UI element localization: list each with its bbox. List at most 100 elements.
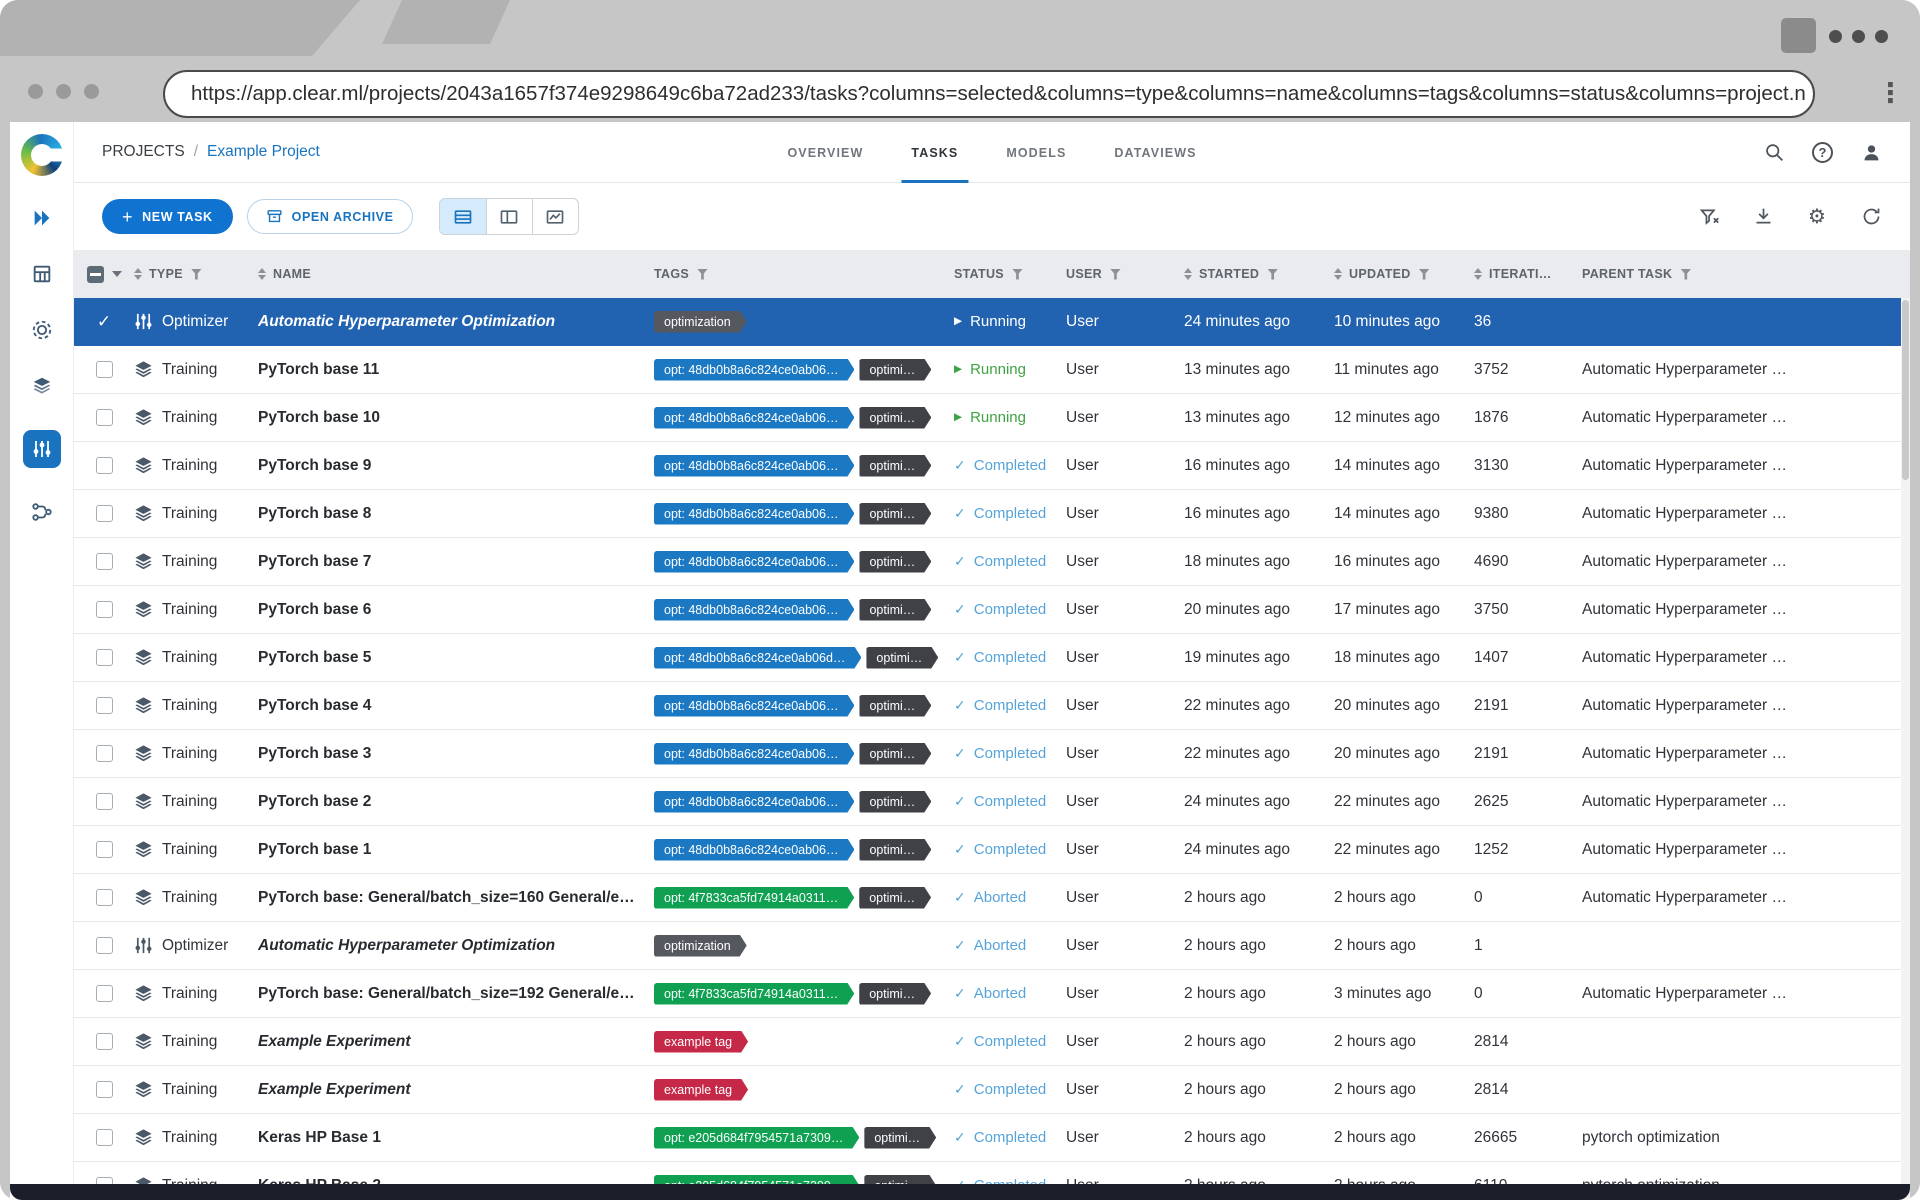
tags-cell: opt: 48db0b8a6c824ce0ab06… optimi… [654, 839, 954, 861]
row-checkbox[interactable] [95, 361, 113, 378]
updated-cell: 12 minutes ago [1334, 408, 1440, 426]
auto-refresh-icon[interactable] [1860, 206, 1882, 228]
status-label: Completed [973, 457, 1047, 474]
table-row[interactable]: Training PyTorch base 1 opt: 48db0b8a6c824… [74, 826, 1910, 874]
table-row[interactable]: Training PyTorch base 8 opt: 48db0b8a6c824… [74, 490, 1910, 538]
select-cell [74, 1129, 134, 1146]
filter-funnel-icon[interactable] [1680, 268, 1692, 280]
row-checkbox[interactable] [95, 985, 113, 1002]
window-button[interactable] [1781, 18, 1816, 53]
column-header-type[interactable]: TYPE [134, 267, 258, 281]
row-checkbox[interactable] [95, 937, 113, 954]
vertical-scrollbar[interactable] [1901, 298, 1910, 1200]
tab-dataviews[interactable]: DATAVIEWS [1090, 122, 1220, 183]
table-row[interactable]: Training PyTorch base 3 opt: 48db0b8a6c824… [74, 730, 1910, 778]
row-checkbox[interactable] [95, 745, 113, 762]
tags-cell: opt: 48db0b8a6c824ce0ab06… optimi… [654, 599, 954, 621]
select-dropdown-caret-icon[interactable] [111, 271, 122, 277]
column-header-updated[interactable]: UPDATED [1334, 267, 1474, 281]
row-checkbox[interactable] [95, 1033, 113, 1050]
filter-funnel-icon[interactable] [697, 268, 708, 280]
settings-gear-icon[interactable]: ⚙ [1806, 206, 1828, 228]
column-header-tags[interactable]: TAGS [654, 267, 954, 281]
tag-pill: opt: 48db0b8a6c824ce0ab06d… [654, 647, 861, 669]
compare-view-button[interactable] [531, 199, 578, 234]
table-row[interactable]: Training PyTorch base 9 opt: 48db0b8a6c824… [74, 442, 1910, 490]
new-task-button[interactable]: + NEW TASK [102, 199, 233, 234]
pipelines-icon[interactable] [30, 500, 54, 524]
task-name: Automatic Hyperparameter Optimization [258, 936, 556, 954]
tab-overview[interactable]: OVERVIEW [763, 122, 887, 183]
download-icon[interactable] [1752, 206, 1774, 228]
column-header-parent[interactable]: PARENT TASK [1582, 267, 1910, 281]
table-row[interactable]: Training Example Experiment example tag ✓ Co… [74, 1066, 1910, 1114]
row-checkbox[interactable] [95, 505, 113, 522]
table-view-button[interactable] [439, 199, 486, 234]
table-row[interactable]: Training PyTorch base 4 opt: 48db0b8a6c824… [74, 682, 1910, 730]
open-archive-button[interactable]: OPEN ARCHIVE [246, 199, 413, 234]
experiments-icon[interactable] [22, 430, 61, 468]
row-checkbox[interactable] [95, 1129, 113, 1146]
help-icon[interactable]: ? [1812, 141, 1833, 163]
column-header-iterations[interactable]: ITERATI… [1474, 267, 1582, 281]
table-row[interactable]: Training PyTorch base: General/batch_size… [74, 874, 1910, 922]
table-row[interactable]: Training Example Experiment example tag ✓ Co… [74, 1018, 1910, 1066]
breadcrumb-current-project[interactable]: Example Project [207, 143, 320, 161]
row-checkbox[interactable] [95, 697, 113, 714]
row-checkbox-checked[interactable]: ✓ [97, 312, 111, 332]
clear-filters-icon[interactable] [1698, 206, 1720, 228]
table-row[interactable]: Training PyTorch base 5 opt: 48db0b8a6c824… [74, 634, 1910, 682]
row-checkbox[interactable] [95, 553, 113, 570]
clearml-logo[interactable] [20, 134, 63, 176]
training-type-icon [134, 1080, 153, 1099]
detail-view-button[interactable] [485, 199, 532, 234]
row-checkbox[interactable] [95, 841, 113, 858]
scrollbar-thumb[interactable] [1902, 300, 1909, 480]
filter-funnel-icon[interactable] [1109, 268, 1121, 280]
column-header-started[interactable]: STARTED [1184, 267, 1334, 281]
filter-funnel-icon[interactable] [190, 268, 202, 280]
dashboard-icon[interactable] [30, 206, 54, 230]
window-menu-dots[interactable] [1829, 30, 1888, 43]
table-row[interactable]: Training Keras HP Base 1 opt: e205d684f795… [74, 1114, 1910, 1162]
table-row[interactable]: Training PyTorch base: General/batch_size… [74, 970, 1910, 1018]
breadcrumb-projects[interactable]: PROJECTS [102, 143, 185, 161]
filter-funnel-icon[interactable] [1011, 268, 1023, 280]
tab-models[interactable]: MODELS [982, 122, 1090, 183]
select-all-header[interactable] [74, 265, 134, 283]
row-checkbox[interactable] [95, 601, 113, 618]
table-row[interactable]: Training PyTorch base 7 opt: 48db0b8a6c824… [74, 538, 1910, 586]
user-avatar-icon[interactable] [1860, 141, 1882, 163]
row-checkbox[interactable] [95, 1081, 113, 1098]
select-cell: ✓ [74, 312, 134, 332]
row-checkbox[interactable] [95, 889, 113, 906]
row-checkbox[interactable] [95, 409, 113, 426]
tag-pill: opt: 48db0b8a6c824ce0ab06… [654, 407, 854, 429]
datasets-icon[interactable] [30, 318, 54, 342]
table-row[interactable]: Training PyTorch base 2 opt: 48db0b8a6c824… [74, 778, 1910, 826]
table-row[interactable]: ✓ Optimizer Automatic Hyperparameter Optim… [74, 298, 1910, 346]
search-icon[interactable] [1763, 141, 1785, 163]
browser-menu-icon[interactable]: ⋮ [1877, 80, 1904, 107]
tab-tasks[interactable]: TASKS [887, 122, 982, 183]
row-checkbox[interactable] [95, 793, 113, 810]
url-bar[interactable]: https://app.clear.ml/projects/2043a1657f… [163, 70, 1815, 118]
row-checkbox[interactable] [95, 649, 113, 666]
table-row[interactable]: Training PyTorch base 10 opt: 48db0b8a6c82… [74, 394, 1910, 442]
column-header-user[interactable]: USER [1066, 267, 1184, 281]
models-icon[interactable] [30, 374, 54, 398]
task-name: PyTorch base 8 [258, 504, 372, 522]
table-row[interactable]: Training PyTorch base 6 opt: 48db0b8a6c824… [74, 586, 1910, 634]
select-all-checkbox[interactable] [86, 265, 104, 283]
filter-funnel-icon[interactable] [1267, 268, 1279, 280]
row-checkbox[interactable] [95, 457, 113, 474]
user-cell: User [1066, 888, 1099, 906]
table-row[interactable]: Optimizer Automatic Hyperparameter Optimi… [74, 922, 1910, 970]
table-row[interactable]: Training PyTorch base 11 opt: 48db0b8a6c82… [74, 346, 1910, 394]
projects-icon[interactable] [30, 262, 54, 286]
user-cell: User [1066, 600, 1099, 618]
parent-task-cell: Automatic Hyperparameter … [1582, 792, 1788, 810]
column-header-name[interactable]: NAME [258, 267, 654, 281]
filter-funnel-icon[interactable] [1418, 268, 1430, 280]
column-header-status[interactable]: STATUS [954, 267, 1066, 281]
